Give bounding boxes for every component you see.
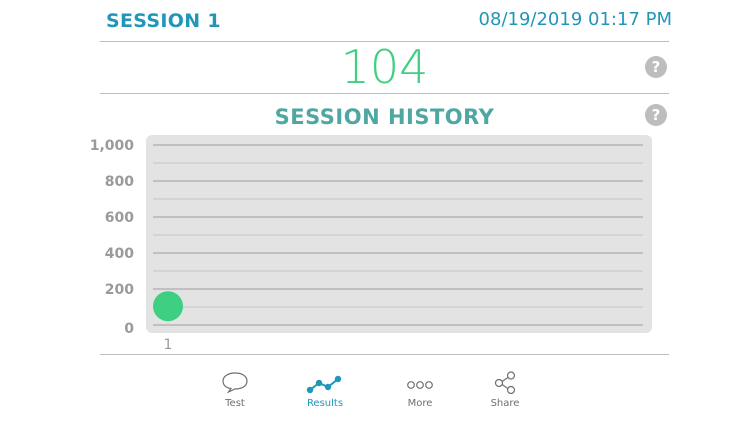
tab-label: More bbox=[407, 398, 433, 409]
y-tick-label: 400 bbox=[105, 246, 134, 262]
plot-area bbox=[146, 135, 652, 333]
session-title: SESSION 1 bbox=[106, 10, 221, 32]
share-icon bbox=[494, 371, 516, 394]
history-help-icon[interactable]: ? bbox=[645, 104, 667, 126]
tab-bar: Test Results More Share bbox=[0, 370, 750, 420]
session-datetime: 08/19/2019 01:17 PM bbox=[478, 9, 672, 30]
tab-label: Test bbox=[225, 398, 245, 409]
session-history-chart: 0 200 400 600 800 1,000 1 bbox=[90, 135, 652, 353]
line-graph-icon bbox=[306, 375, 342, 394]
y-tick-label: 0 bbox=[124, 321, 134, 337]
ellipsis-icon bbox=[407, 381, 433, 389]
divider bbox=[100, 354, 669, 355]
tab-label: Share bbox=[490, 398, 520, 409]
y-tick-label: 200 bbox=[105, 282, 134, 298]
divider bbox=[100, 93, 669, 94]
x-tick-label: 1 bbox=[164, 337, 173, 353]
tab-test[interactable]: Test bbox=[200, 370, 270, 409]
session-header: SESSION 1 08/19/2019 01:17 PM bbox=[100, 8, 672, 40]
tab-results[interactable]: Results bbox=[290, 370, 360, 409]
y-tick-label: 800 bbox=[105, 174, 134, 190]
session-score: 104 bbox=[340, 40, 429, 94]
score-help-icon[interactable]: ? bbox=[645, 56, 667, 78]
tab-label: Results bbox=[306, 398, 344, 409]
data-point[interactable] bbox=[153, 291, 183, 322]
tab-share[interactable]: Share bbox=[470, 370, 540, 409]
tab-more[interactable]: More bbox=[385, 370, 455, 409]
history-title: SESSION HISTORY bbox=[274, 105, 495, 129]
y-tick-label: 1,000 bbox=[90, 138, 134, 154]
y-tick-label: 600 bbox=[105, 210, 134, 226]
speech-bubble-icon bbox=[222, 372, 248, 394]
